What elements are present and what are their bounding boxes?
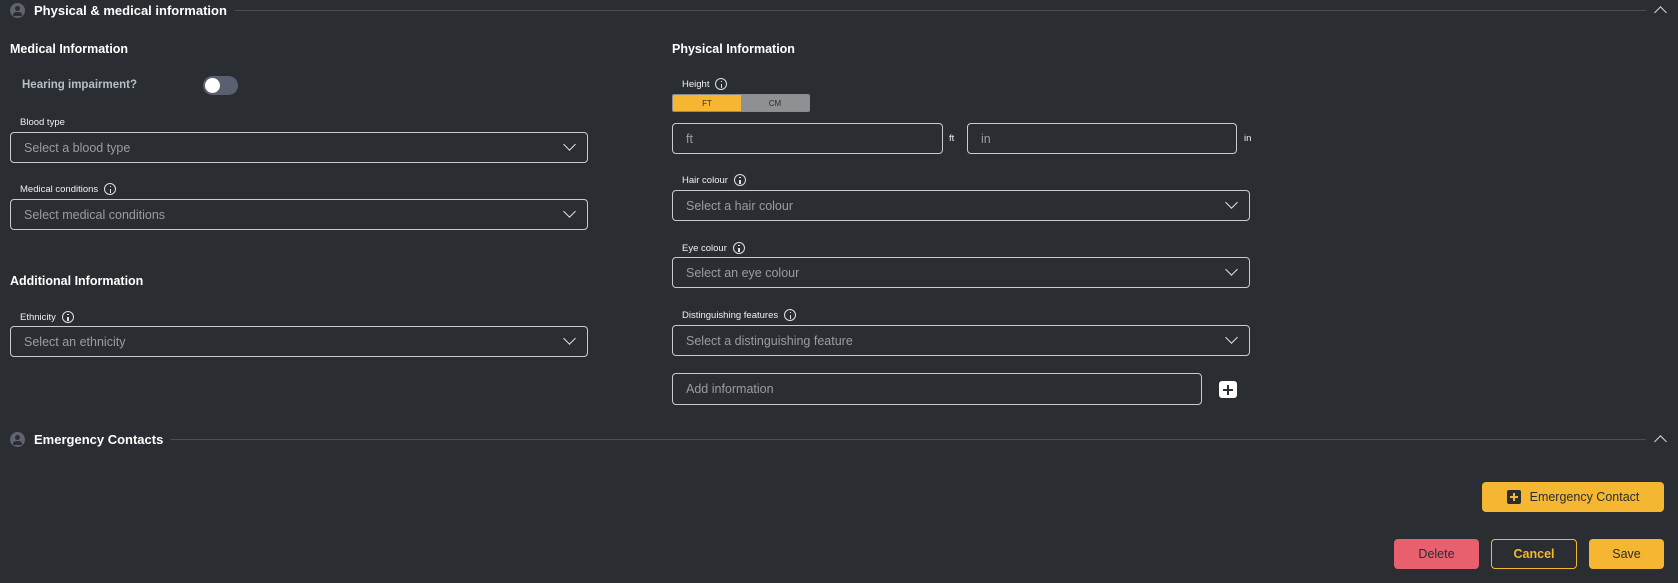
add-emergency-contact-button[interactable]: Emergency Contact — [1482, 482, 1664, 512]
info-icon[interactable] — [733, 174, 746, 186]
add-information-placeholder: Add information — [686, 382, 774, 396]
height-unit-switch[interactable]: FT CM — [672, 94, 810, 112]
eye-colour-placeholder: Select an eye colour — [686, 265, 800, 280]
physical-medical-section-header[interactable]: Physical & medical information — [10, 0, 1666, 20]
chevron-up-icon[interactable] — [1654, 433, 1666, 445]
ethnicity-label: Ethnicity — [20, 311, 74, 323]
info-icon[interactable] — [61, 311, 74, 323]
eye-colour-select[interactable]: Select an eye colour — [672, 257, 1250, 288]
plus-icon — [1506, 490, 1521, 504]
ethnicity-select[interactable]: Select an ethnicity — [10, 326, 588, 357]
blood-type-select[interactable]: Select a blood type — [10, 132, 588, 163]
height-in-input[interactable]: in — [967, 123, 1237, 154]
height-in-placeholder: in — [981, 131, 991, 146]
medical-conditions-placeholder: Select medical conditions — [24, 207, 166, 222]
blood-type-placeholder: Select a blood type — [24, 140, 131, 155]
divider — [234, 9, 1646, 11]
distinguishing-features-label-text: Distinguishing features — [682, 309, 779, 321]
section-title: Emergency Contacts — [34, 431, 164, 447]
delete-label: Delete — [1418, 547, 1455, 561]
eye-colour-label: Eye colour — [682, 242, 745, 254]
chevron-down-icon — [564, 141, 574, 151]
divider — [171, 438, 1646, 440]
chevron-down-icon — [1226, 199, 1236, 209]
info-icon[interactable] — [732, 242, 745, 254]
hearing-impairment-toggle[interactable] — [203, 76, 238, 95]
person-icon — [10, 2, 25, 18]
physical-info-title: Physical Information — [672, 42, 795, 56]
person-icon — [10, 431, 25, 447]
info-icon[interactable] — [715, 78, 728, 90]
height-label-text: Height — [682, 78, 710, 90]
section-title: Physical & medical information — [34, 2, 227, 18]
height-ft-placeholder: ft — [686, 131, 693, 146]
blood-type-label-text: Blood type — [20, 117, 65, 128]
distinguishing-features-select[interactable]: Select a distinguishing feature — [672, 325, 1250, 356]
ethnicity-label-text: Ethnicity — [20, 311, 56, 323]
add-emergency-contact-label: Emergency Contact — [1529, 490, 1640, 504]
cancel-label: Cancel — [1513, 547, 1555, 561]
ft-suffix: ft — [949, 133, 955, 144]
unit-ft-option[interactable]: FT — [673, 95, 741, 111]
ethnicity-placeholder: Select an ethnicity — [24, 334, 126, 349]
emergency-contacts-section-header[interactable]: Emergency Contacts — [10, 429, 1666, 449]
add-information-input[interactable]: Add information — [672, 373, 1202, 405]
chevron-down-icon — [1226, 266, 1236, 276]
chevron-down-icon — [1226, 334, 1236, 344]
medical-conditions-label-text: Medical conditions — [20, 183, 99, 195]
hair-colour-label: Hair colour — [682, 174, 746, 186]
medical-conditions-label: Medical conditions — [20, 183, 117, 195]
chevron-down-icon — [564, 208, 574, 218]
hair-colour-select[interactable]: Select a hair colour — [672, 190, 1250, 221]
distinguishing-features-label: Distinguishing features — [682, 309, 797, 321]
medical-conditions-select[interactable]: Select medical conditions — [10, 199, 588, 230]
cancel-button[interactable]: Cancel — [1491, 539, 1577, 569]
medical-info-title: Medical Information — [10, 42, 129, 56]
hair-colour-placeholder: Select a hair colour — [686, 198, 794, 213]
hair-colour-label-text: Hair colour — [682, 174, 728, 186]
blood-type-label: Blood type — [20, 117, 65, 128]
height-label: Height — [682, 78, 728, 90]
save-button[interactable]: Save — [1589, 539, 1664, 569]
chevron-down-icon — [564, 335, 574, 345]
in-suffix: in — [1244, 133, 1252, 144]
save-label: Save — [1612, 547, 1641, 561]
eye-colour-label-text: Eye colour — [682, 242, 727, 254]
hearing-impairment-label: Hearing impairment? — [22, 79, 138, 91]
info-icon[interactable] — [784, 309, 797, 321]
info-icon[interactable] — [104, 183, 117, 195]
distinguishing-features-placeholder: Select a distinguishing feature — [686, 333, 853, 348]
additional-info-title: Additional Information — [10, 274, 144, 288]
add-feature-plus-icon[interactable] — [1219, 381, 1237, 398]
unit-cm-option[interactable]: CM — [741, 95, 809, 111]
delete-button[interactable]: Delete — [1394, 539, 1479, 569]
chevron-up-icon[interactable] — [1654, 4, 1666, 16]
height-ft-input[interactable]: ft — [672, 123, 943, 154]
